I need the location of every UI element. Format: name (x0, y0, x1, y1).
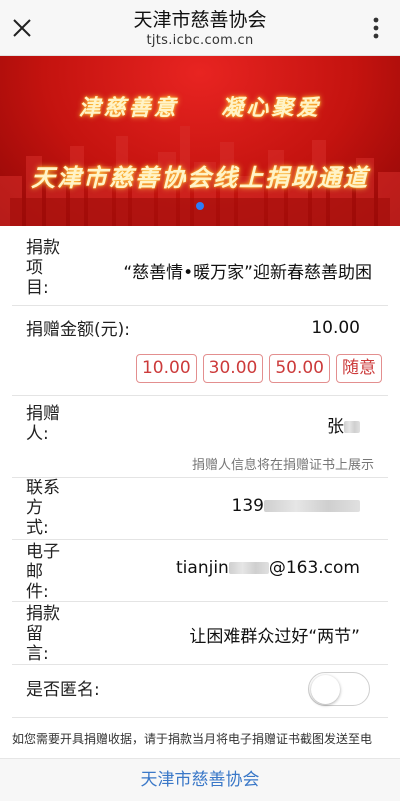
message-label: 捐款 留 言: (26, 604, 60, 664)
email-input[interactable]: tianjin @163.com (176, 558, 360, 578)
message-row: 捐款 留 言: 让困难群众过好“两节” (12, 602, 388, 665)
amount-option-30[interactable]: 30.00 (202, 354, 264, 383)
donor-name-redacted (344, 421, 360, 433)
email-label: 电子 邮 件: (26, 542, 60, 602)
project-label: 捐款 项 目: (26, 238, 60, 298)
amount-option-50[interactable]: 50.00 (269, 354, 330, 383)
amount-row: 捐赠金额(元): 10.00 10.00 30.00 50.00 随意 (12, 306, 388, 396)
contact-label: 联系 方 式: (26, 478, 60, 538)
donor-label: 捐赠 人: (26, 404, 60, 444)
contact-row: 联系 方 式: 139 (12, 478, 388, 540)
anonymous-label: 是否匿名: (26, 680, 100, 700)
donation-form: 捐款 项 目: “慈善情•暖万家”迎新春慈善助困 捐赠金额(元): 10.00 … (0, 230, 400, 718)
banner-slogan-line1: 津慈善意 凝心聚爱 (78, 95, 322, 121)
carousel-dot-active[interactable] (196, 202, 204, 210)
carousel-indicator (0, 202, 400, 210)
top-bar: 天津市慈善协会 tjts.icbc.com.cn (0, 0, 400, 56)
email-redacted (228, 562, 269, 574)
amount-options: 10.00 30.00 50.00 随意 (135, 354, 382, 383)
more-options-icon[interactable] (360, 12, 392, 44)
contact-prefix: 139 (231, 496, 264, 516)
anonymous-toggle[interactable] (308, 672, 370, 706)
receipt-notice: 如您需要开具捐赠收据，请于捐款当月将电子捐赠证书截图发送至电 (12, 732, 373, 746)
contact-input[interactable]: 139 (232, 496, 360, 516)
amount-input[interactable]: 10.00 (311, 318, 360, 338)
contact-redacted (264, 500, 360, 512)
donor-row: 捐赠 人: 张 捐赠人信息将在捐赠证书上展示 (12, 396, 388, 478)
amount-option-10[interactable]: 10.00 (135, 354, 197, 383)
amount-option-any[interactable]: 随意 (336, 354, 382, 383)
email-suffix: @163.com (268, 558, 360, 578)
page-url: tjts.icbc.com.cn (146, 33, 254, 48)
footer-link[interactable]: 天津市慈善协会 (0, 758, 400, 801)
amount-label: 捐赠金额(元): (26, 320, 130, 340)
project-value: “慈善情•暖万家”迎新春慈善助困 (123, 263, 372, 283)
banner-slogan-line2: 天津市慈善协会线上捐助通道 (31, 163, 369, 192)
toggle-knob (311, 675, 340, 704)
donor-input[interactable]: 张 (327, 412, 360, 437)
donor-name-prefix: 张 (327, 417, 344, 437)
project-row: 捐款 项 目: “慈善情•暖万家”迎新春慈善助困 (12, 230, 388, 306)
page-title: 天津市慈善协会 (133, 9, 267, 31)
email-prefix: tianjin (176, 558, 229, 578)
promo-banner[interactable]: 津慈善意 凝心聚爱 天津市慈善协会线上捐助通道 (0, 56, 400, 226)
email-row: 电子 邮 件: tianjin @163.com (12, 540, 388, 602)
message-input[interactable]: 让困难群众过好“两节” (189, 622, 360, 647)
close-icon[interactable] (6, 12, 38, 44)
donor-hint: 捐赠人信息将在捐赠证书上展示 (191, 458, 374, 473)
